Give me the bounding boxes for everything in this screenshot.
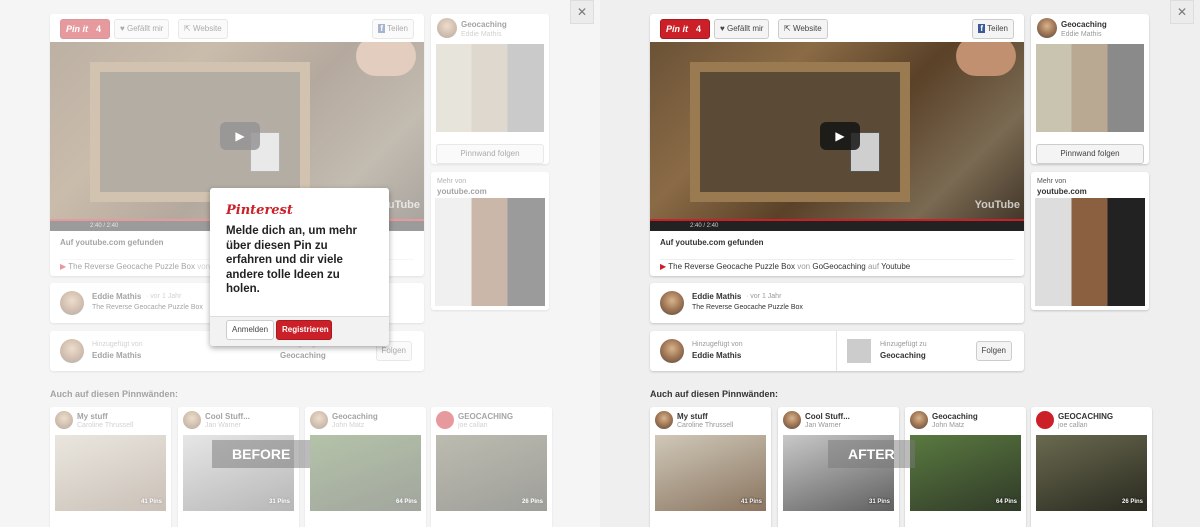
follow-button[interactable]: Folgen bbox=[975, 341, 1012, 361]
added-by-label: Hinzugefügt von bbox=[692, 341, 743, 348]
board-title[interactable]: Geocaching bbox=[932, 412, 978, 421]
more-from-thumbs[interactable] bbox=[1035, 198, 1145, 306]
source-on: auf bbox=[867, 262, 880, 271]
more-from-site[interactable]: youtube.com bbox=[1037, 187, 1087, 196]
video-player[interactable]: ▶ YouTube bbox=[650, 42, 1024, 219]
more-from-card: Mehr von youtube.com bbox=[1031, 172, 1149, 310]
source-by: von bbox=[797, 262, 811, 271]
source-site[interactable]: Youtube bbox=[881, 262, 910, 271]
board-pin-count: 31 Pins bbox=[868, 499, 890, 505]
youtube-logo: YouTube bbox=[974, 199, 1020, 211]
pinner-time: · vor 1 Jahr bbox=[746, 293, 782, 300]
board-pin-count: 26 Pins bbox=[1121, 499, 1143, 505]
login-button[interactable]: Anmelden bbox=[226, 320, 275, 340]
sidebar-board-card: Geocaching Eddie Mathis Pinnwand folgen bbox=[1031, 14, 1149, 164]
pinner-card: Eddie Mathis · vor 1 Jahr The Reverse Ge… bbox=[650, 283, 1024, 323]
avatar bbox=[910, 411, 928, 429]
board-pin-count: 64 Pins bbox=[995, 499, 1017, 505]
close-icon[interactable]: ✕ bbox=[570, 0, 594, 24]
avatar[interactable] bbox=[660, 291, 684, 315]
after-panel: Pin it 4 ♥ Gefällt mir ⇱ Website f Teilen… bbox=[600, 0, 1200, 527]
video-controls[interactable]: 2:40 / 2:40 bbox=[650, 219, 1024, 231]
added-card: Hinzugefügt von Eddie Mathis Hinzugefügt… bbox=[650, 331, 1024, 371]
added-to-name[interactable]: Geocaching bbox=[880, 351, 926, 360]
also-on-title: Auch auf diesen Pinnwänden: bbox=[650, 389, 779, 399]
source-line[interactable]: ▶ The Reverse Geocache Puzzle Box von Go… bbox=[660, 259, 1014, 271]
sidebar-board-thumbs[interactable] bbox=[1036, 44, 1144, 132]
found-on: Auf youtube.com gefunden bbox=[660, 238, 764, 247]
pin-card: Pin it4 ♥ Gefällt mir ⇱ Website f Teilen… bbox=[650, 14, 1024, 276]
play-icon[interactable]: ▶ bbox=[820, 122, 860, 150]
youtube-icon: ▶ bbox=[660, 262, 667, 271]
added-to-label: Hinzugefügt zu bbox=[880, 341, 927, 348]
board-owner[interactable]: John Matz bbox=[932, 422, 964, 429]
board-owner[interactable]: Jan Warner bbox=[805, 422, 841, 429]
board-card[interactable]: Geocaching John Matz 64 Pins bbox=[905, 407, 1026, 527]
board-title[interactable]: GEOCACHING bbox=[1058, 412, 1113, 421]
avatar bbox=[1036, 411, 1054, 429]
website-button[interactable]: ⇱ Website bbox=[778, 19, 828, 39]
board-card[interactable]: GEOCACHING joe callan 26 Pins bbox=[1031, 407, 1152, 527]
before-panel: Pin it4 ♥ Gefällt mir ⇱ Website f Teilen… bbox=[0, 0, 600, 527]
board-title[interactable]: My stuff bbox=[677, 412, 708, 421]
video-hand bbox=[956, 42, 1016, 76]
sidebar-board-title[interactable]: Geocaching bbox=[1061, 20, 1107, 29]
pin-it-button[interactable]: Pin it4 bbox=[660, 19, 710, 39]
divider bbox=[836, 331, 837, 371]
source-uploader[interactable]: GoGeocaching bbox=[812, 262, 865, 271]
like-button[interactable]: ♥ Gefällt mir bbox=[714, 19, 770, 39]
board-owner[interactable]: Caroline Thrussell bbox=[677, 422, 733, 429]
follow-board-button[interactable]: Pinnwand folgen bbox=[1036, 144, 1144, 164]
board-title[interactable]: Cool Stuff... bbox=[805, 412, 850, 421]
source-title[interactable]: The Reverse Geocache Puzzle Box bbox=[668, 262, 795, 271]
more-from-label: Mehr von bbox=[1037, 178, 1067, 185]
pinterest-logo: Pinterest bbox=[226, 203, 293, 218]
avatar bbox=[655, 411, 673, 429]
sidebar-board-owner[interactable]: Eddie Mathis bbox=[1061, 31, 1101, 38]
after-label: AFTER bbox=[828, 440, 915, 468]
register-button[interactable]: Registrieren bbox=[276, 320, 332, 340]
board-pin-count: 41 Pins bbox=[740, 499, 762, 505]
pinner-name[interactable]: Eddie Mathis bbox=[692, 292, 741, 301]
modal-message: Melde dich an, um mehr über diesen Pin z… bbox=[226, 225, 357, 295]
board-thumb[interactable] bbox=[847, 339, 871, 363]
board-owner[interactable]: joe callan bbox=[1058, 422, 1088, 429]
share-button[interactable]: f Teilen bbox=[972, 19, 1014, 39]
avatar[interactable] bbox=[1037, 18, 1057, 38]
pinner-description: The Reverse Geocache Puzzle Box bbox=[692, 304, 803, 311]
avatar bbox=[783, 411, 801, 429]
video-time: 2:40 / 2:40 bbox=[690, 223, 719, 229]
avatar[interactable] bbox=[660, 339, 684, 363]
before-label: BEFORE bbox=[212, 440, 311, 468]
board-card[interactable]: My stuff Caroline Thrussell 41 Pins bbox=[650, 407, 771, 527]
added-by-name[interactable]: Eddie Mathis bbox=[692, 351, 741, 360]
facebook-icon: f bbox=[978, 24, 986, 33]
close-icon[interactable]: ✕ bbox=[1170, 0, 1194, 24]
signup-modal: Pinterest Melde dich an, um mehr über di… bbox=[210, 188, 389, 346]
